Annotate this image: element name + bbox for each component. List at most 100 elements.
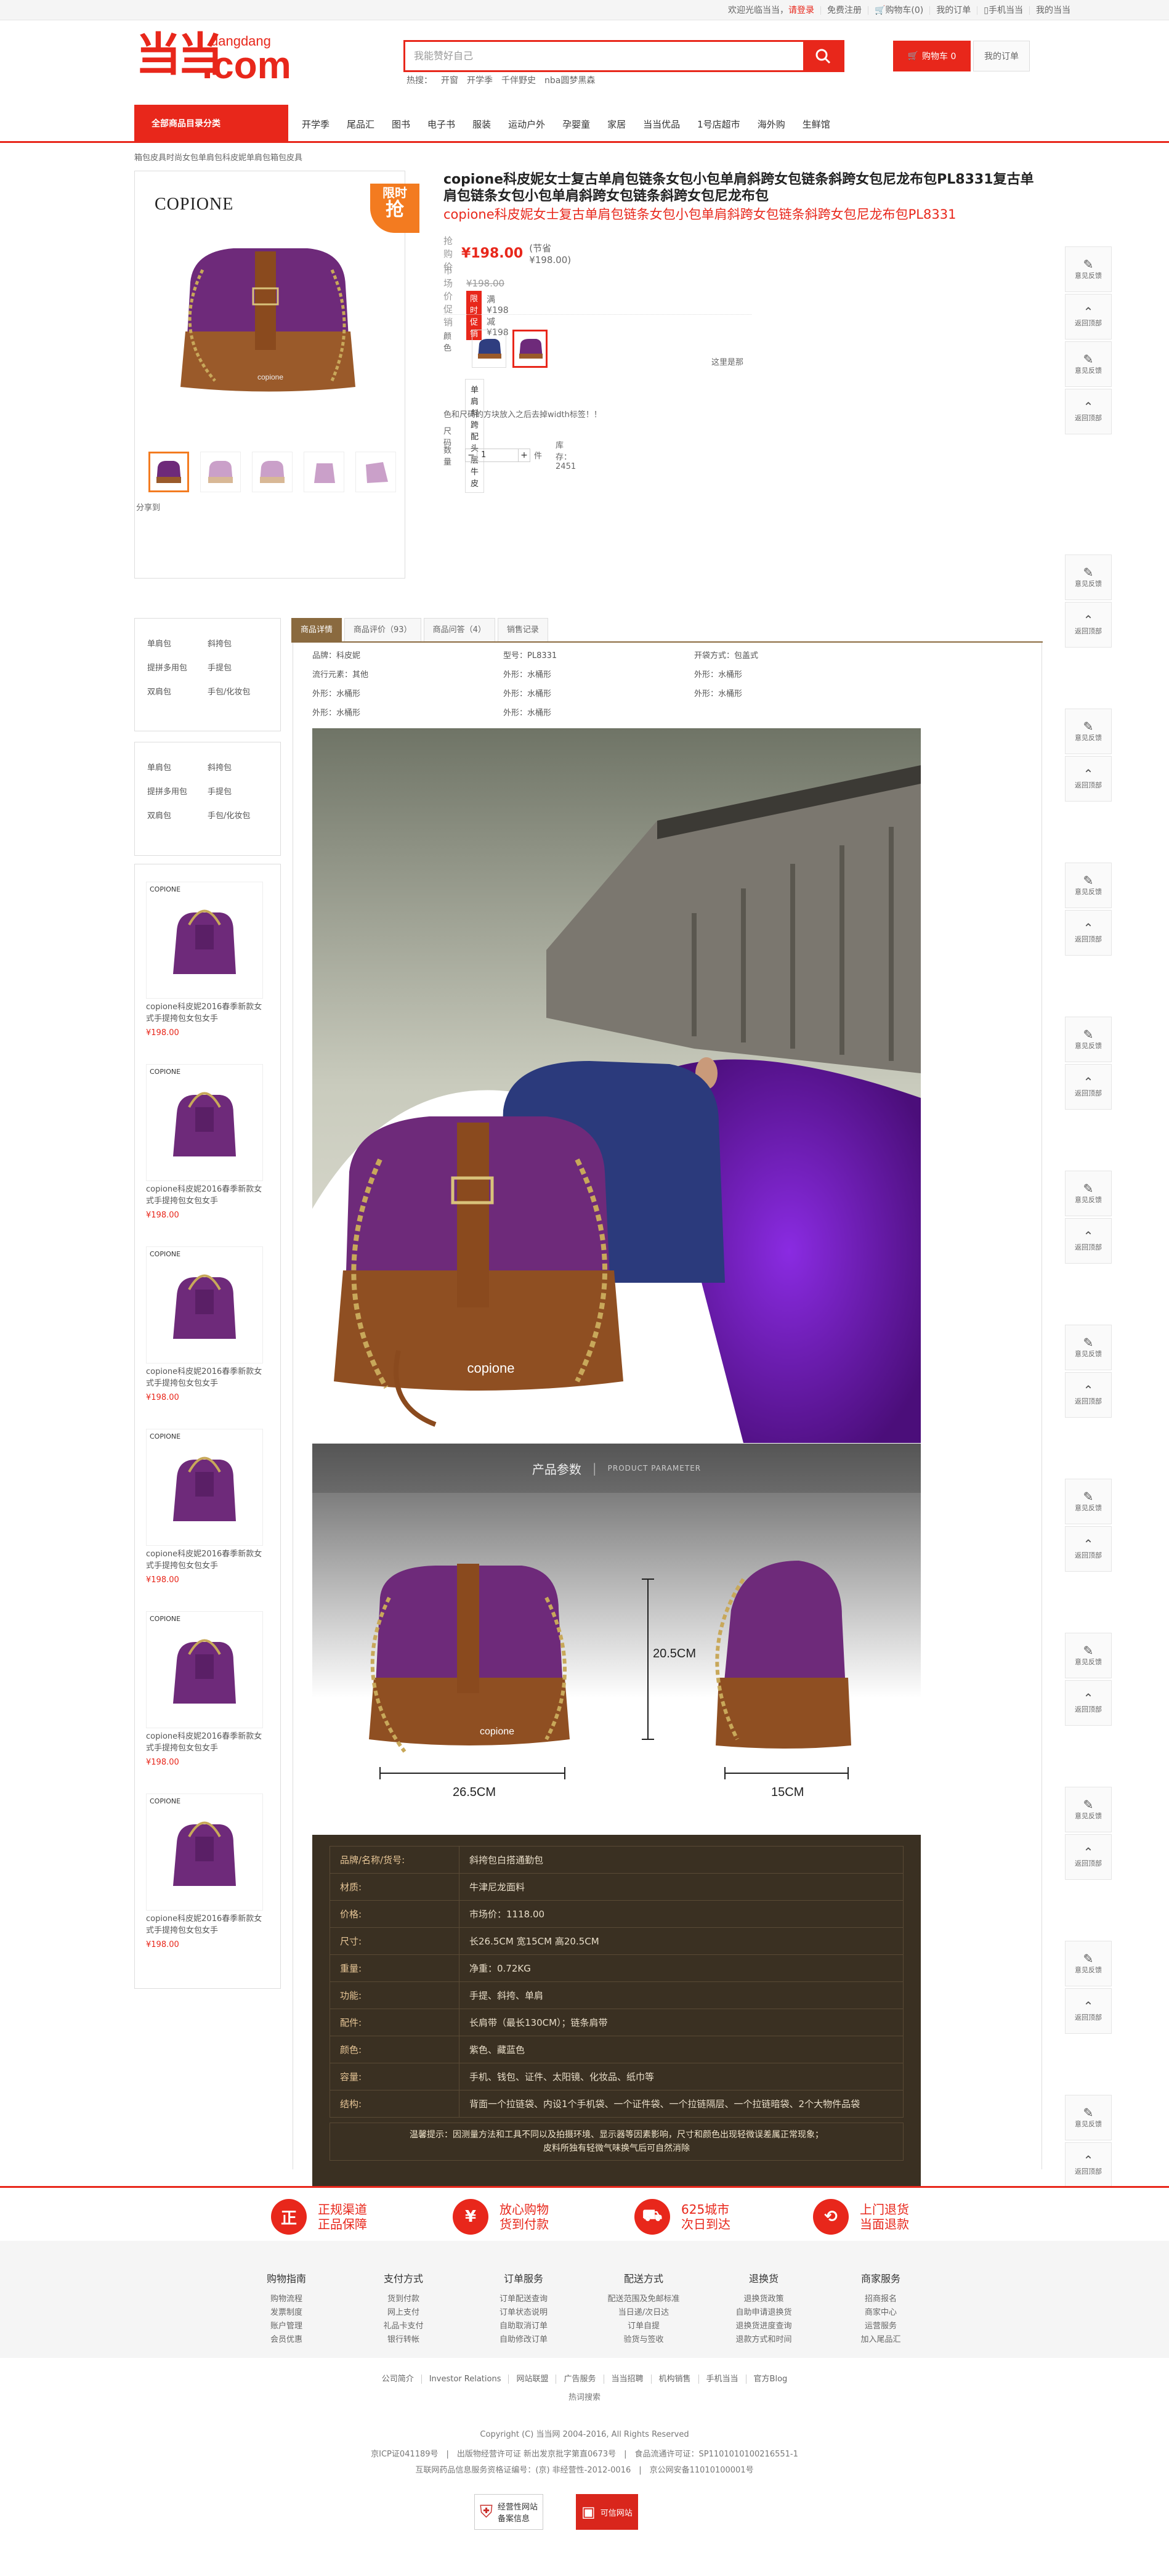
qty-plus-button[interactable]: + [518, 448, 531, 462]
footer-link[interactable]: 订单自提 [601, 2320, 687, 2333]
footer-link[interactable]: 机构销售 [651, 2375, 699, 2384]
footer-link[interactable]: 会员优惠 [243, 2333, 330, 2347]
footer-link[interactable]: 自助申请退换货 [721, 2306, 807, 2320]
feedback-button[interactable]: ✎意见反馈 [1065, 709, 1112, 754]
all-categories-button[interactable]: 全部商品目录分类 [134, 105, 288, 143]
back-to-top-button[interactable]: ⌃返回顶部 [1065, 1372, 1112, 1418]
footer-link[interactable]: 退款方式和时间 [721, 2333, 807, 2347]
hot-word[interactable]: 千伴野史 [501, 74, 536, 86]
nav-item[interactable]: 海外购 [758, 118, 785, 131]
footer-link[interactable]: 配送范围及免邮标准 [601, 2293, 687, 2306]
tab-details[interactable]: 商品详情 [291, 618, 342, 641]
feedback-button[interactable]: ✎意见反馈 [1065, 341, 1112, 387]
thumbnail[interactable] [252, 452, 293, 492]
back-to-top-button[interactable]: ⌃返回顶部 [1065, 1988, 1112, 2034]
nav-item[interactable]: 图书 [392, 118, 410, 131]
footer-link[interactable]: Investor Relations [421, 2375, 509, 2384]
register-link[interactable]: 免费注册 [821, 6, 868, 15]
side-category-link[interactable]: 手包/化妆包 [208, 809, 268, 821]
nav-item[interactable]: 运动户外 [508, 118, 545, 131]
back-to-top-button[interactable]: ⌃返回顶部 [1065, 756, 1112, 802]
footer-link[interactable]: 公司简介 [374, 2375, 422, 2384]
recommend-item[interactable]: COPIONE copione科皮妮2016春季新款女式手提挎包女包女手 ¥198.… [146, 1064, 269, 1246]
thumbnail[interactable] [304, 452, 344, 492]
nav-item[interactable]: 尾品汇 [347, 118, 374, 131]
my-orders-link[interactable]: 我的订单 [930, 6, 978, 15]
feedback-button[interactable]: ✎意见反馈 [1065, 2095, 1112, 2140]
recommend-item[interactable]: COPIONE copione科皮妮2016春季新款女式手提挎包女包女手 ¥198.… [146, 1429, 269, 1611]
share-label[interactable]: 分享到 [136, 501, 160, 513]
footer-link[interactable]: 账户管理 [243, 2320, 330, 2333]
footer-link[interactable]: 手机当当 [698, 2375, 746, 2384]
back-to-top-button[interactable]: ⌃返回顶部 [1065, 1526, 1112, 1572]
tab-reviews[interactable]: 商品评价（93） [344, 618, 421, 641]
back-to-top-button[interactable]: ⌃返回顶部 [1065, 1834, 1112, 1880]
footer-link[interactable]: 网上支付 [360, 2306, 447, 2320]
recommend-name[interactable]: copione科皮妮2016春季新款女式手提挎包女包女手 [146, 1001, 269, 1025]
feedback-button[interactable]: ✎意见反馈 [1065, 1941, 1112, 1986]
dangdang-logo[interactable]: 当当 dangdang .com [136, 32, 291, 85]
thumbnail[interactable] [148, 452, 189, 492]
recommend-image[interactable]: COPIONE [146, 882, 263, 999]
back-to-top-button[interactable]: ⌃返回顶部 [1065, 602, 1112, 648]
footer-link[interactable]: 商家中心 [838, 2306, 924, 2320]
footer-link[interactable]: 订单状态说明 [480, 2306, 567, 2320]
footer-link[interactable]: 发票制度 [243, 2306, 330, 2320]
search-button[interactable] [803, 42, 843, 70]
side-category-link[interactable]: 斜挎包 [208, 637, 268, 649]
record-badge[interactable]: ⛨ 经营性网站 备案信息 [474, 2494, 544, 2530]
login-link[interactable]: 请登录 [788, 6, 814, 15]
side-category-link[interactable]: 单肩包 [147, 637, 208, 649]
footer-link[interactable]: 自助修改订单 [480, 2333, 567, 2347]
recommend-name[interactable]: copione科皮妮2016春季新款女式手提挎包女包女手 [146, 1366, 269, 1389]
feedback-button[interactable]: ✎意见反馈 [1065, 1787, 1112, 1832]
thumbnail[interactable] [200, 452, 241, 492]
feedback-button[interactable]: ✎意见反馈 [1065, 1633, 1112, 1678]
trusted-site-badge[interactable]: ▣ 可信网站 [576, 2494, 638, 2530]
recommend-item[interactable]: COPIONE copione科皮妮2016春季新款女式手提挎包女包女手 ¥198.… [146, 1611, 269, 1794]
footer-link[interactable]: 当日递/次日达 [601, 2306, 687, 2320]
feedback-button[interactable]: ✎意见反馈 [1065, 1479, 1112, 1524]
back-to-top-button[interactable]: ⌃返回顶部 [1065, 294, 1112, 339]
back-to-top-button[interactable]: ⌃返回顶部 [1065, 910, 1112, 956]
side-category-link[interactable]: 提拼多用包 [147, 661, 208, 673]
my-order-button[interactable]: 我的订单 [973, 41, 1030, 71]
nav-item[interactable]: 1号店超市 [697, 118, 740, 131]
back-to-top-button[interactable]: ⌃返回顶部 [1065, 1064, 1112, 1110]
feedback-button[interactable]: ✎意见反馈 [1065, 1171, 1112, 1216]
cart-button[interactable]: 🛒 购物车 0 [893, 41, 971, 71]
color-option-purple[interactable] [512, 330, 548, 368]
nav-item[interactable]: 孕婴童 [562, 118, 590, 131]
side-category-link[interactable]: 手提包 [208, 661, 268, 673]
footer-link[interactable]: 购物流程 [243, 2293, 330, 2306]
recommend-image[interactable]: COPIONE [146, 1794, 263, 1911]
recommend-image[interactable]: COPIONE [146, 1246, 263, 1363]
nav-item[interactable]: 家居 [607, 118, 626, 131]
footer-link[interactable]: 运营服务 [838, 2320, 924, 2333]
my-dangdang-link[interactable]: 我的当当 [1030, 6, 1077, 15]
footer-link[interactable]: 招商报名 [838, 2293, 924, 2306]
footer-link[interactable]: 加入尾品汇 [838, 2333, 924, 2347]
side-category-link[interactable]: 斜挎包 [208, 761, 268, 773]
mobile-link[interactable]: ▯手机当当 [977, 6, 1030, 15]
hot-word[interactable]: nba圆梦黑森 [544, 74, 595, 86]
back-to-top-button[interactable]: ⌃返回顶部 [1065, 2142, 1112, 2188]
side-category-link[interactable]: 单肩包 [147, 761, 208, 773]
feedback-button[interactable]: ✎意见反馈 [1065, 1017, 1112, 1062]
recommend-image[interactable]: COPIONE [146, 1064, 263, 1181]
size-option[interactable]: 单肩斜跨配头层牛皮 [465, 379, 485, 493]
nav-item[interactable]: 服装 [472, 118, 491, 131]
hot-word[interactable]: 开学季 [467, 74, 493, 86]
recommend-image[interactable]: COPIONE [146, 1611, 263, 1728]
qty-minus-button[interactable]: − [465, 448, 478, 462]
hot-word[interactable]: 开窗 [441, 74, 458, 86]
recommend-item[interactable]: COPIONE copione科皮妮2016春季新款女式手提挎包女包女手 ¥198.… [146, 882, 269, 1064]
footer-link[interactable]: 网站联盟 [509, 2375, 557, 2384]
recommend-image[interactable]: COPIONE [146, 1429, 263, 1546]
nav-item[interactable]: 电子书 [427, 118, 455, 131]
nav-item[interactable]: 当当优品 [643, 118, 680, 131]
footer-link[interactable]: 当当招聘 [604, 2375, 652, 2384]
main-product-image[interactable]: COPIONE 限时抢 copione [147, 184, 419, 424]
feedback-button[interactable]: ✎意见反馈 [1065, 863, 1112, 908]
back-to-top-button[interactable]: ⌃返回顶部 [1065, 389, 1112, 434]
